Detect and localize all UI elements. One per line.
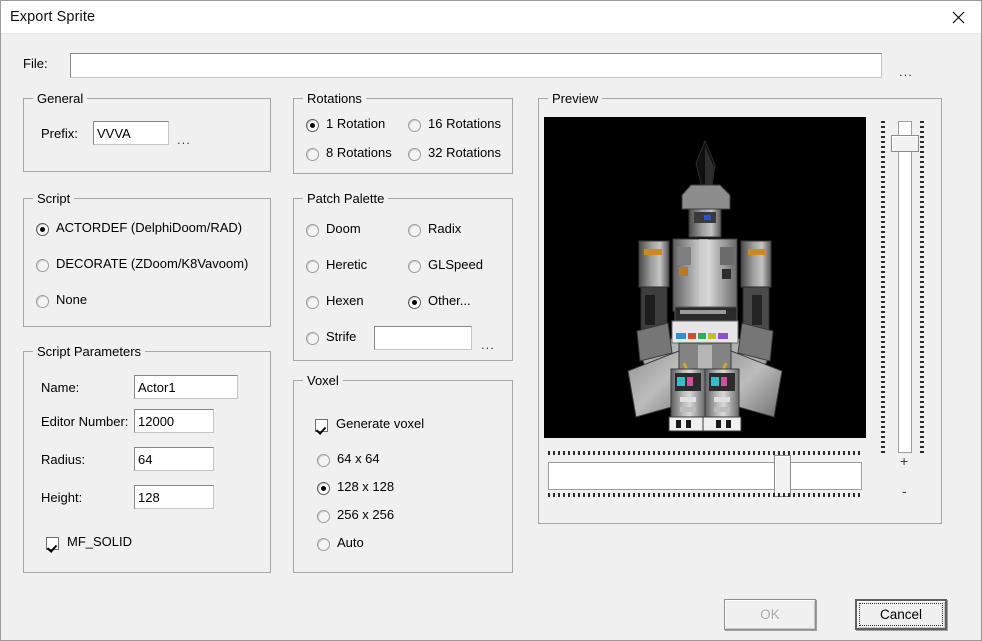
radio-palette-other[interactable] (408, 296, 421, 309)
editor-number-label: Editor Number: (41, 414, 129, 429)
titlebar: Export Sprite (1, 1, 981, 34)
editor-number-input[interactable] (134, 409, 214, 433)
patch-palette-legend: Patch Palette (303, 191, 389, 206)
general-group: General Prefix: ... (23, 91, 271, 172)
radio-voxel-256[interactable] (317, 510, 330, 523)
rotations-legend: Rotations (303, 91, 366, 106)
horizontal-slider-ticks-bottom (548, 493, 862, 497)
radio-script-actordef-label[interactable]: ACTORDEF (DelphiDoom/RAD) (56, 220, 242, 235)
radio-palette-doom-label[interactable]: Doom (326, 221, 361, 236)
script-group: Script ACTORDEF (DelphiDoom/RAD) DECORAT… (23, 191, 271, 327)
preview-group: Preview + - (538, 91, 942, 524)
patch-palette-group: Patch Palette Doom Radix Heretic GLSpeed… (293, 191, 513, 361)
radio-rotations-1[interactable] (306, 119, 319, 132)
radio-palette-radix-label[interactable]: Radix (428, 221, 461, 236)
height-input[interactable] (134, 485, 214, 509)
palette-other-input[interactable] (374, 326, 472, 350)
radius-input[interactable] (134, 447, 214, 471)
rotations-group: Rotations 1 Rotation 16 Rotations 8 Rota… (293, 91, 513, 174)
radio-palette-heretic-label[interactable]: Heretic (326, 257, 367, 272)
vertical-slider-thumb[interactable] (891, 135, 919, 152)
radio-palette-radix[interactable] (408, 224, 421, 237)
radio-rotations-16[interactable] (408, 119, 421, 132)
prefix-input[interactable] (93, 121, 169, 145)
radio-voxel-64-label[interactable]: 64 x 64 (337, 451, 380, 466)
radio-palette-other-label[interactable]: Other... (428, 293, 471, 308)
file-browse-button[interactable]: ... (899, 65, 913, 78)
name-input[interactable] (134, 375, 238, 399)
preview-canvas[interactable] (544, 117, 866, 438)
sprite-image (627, 139, 783, 432)
radio-voxel-auto[interactable] (317, 538, 330, 551)
zoom-in-button[interactable]: + (900, 453, 908, 469)
radio-voxel-auto-label[interactable]: Auto (337, 535, 364, 550)
name-label: Name: (41, 380, 80, 395)
horizontal-slider-ticks-top (548, 451, 862, 455)
horizontal-slider-thumb[interactable] (774, 455, 791, 497)
radio-rotations-8[interactable] (306, 148, 319, 161)
radio-script-decorate[interactable] (36, 259, 49, 272)
radio-palette-heretic[interactable] (306, 260, 319, 273)
radio-script-actordef[interactable] (36, 223, 49, 236)
script-legend: Script (33, 191, 75, 206)
general-legend: General (33, 91, 88, 106)
prefix-browse-button[interactable]: ... (177, 133, 191, 146)
export-sprite-dialog: Export Sprite File: ... General Prefix: … (0, 0, 982, 641)
cancel-button[interactable]: Cancel (855, 599, 947, 630)
radio-palette-glspeed[interactable] (408, 260, 421, 273)
vertical-slider-channel[interactable] (898, 121, 912, 453)
radio-rotations-32[interactable] (408, 148, 421, 161)
ok-button[interactable]: OK (724, 599, 816, 630)
checkbox-generate-voxel-label[interactable]: Generate voxel (336, 416, 424, 431)
radio-script-none[interactable] (36, 295, 49, 308)
radio-palette-glspeed-label[interactable]: GLSpeed (428, 257, 483, 272)
window-title: Export Sprite (10, 9, 96, 25)
radio-script-none-label[interactable]: None (56, 292, 87, 307)
voxel-group: Voxel Generate voxel 64 x 64 128 x 128 2… (293, 373, 513, 573)
ok-button-label: OK (760, 607, 780, 622)
radio-rotations-32-label[interactable]: 32 Rotations (428, 145, 501, 160)
radio-script-decorate-label[interactable]: DECORATE (ZDoom/K8Vavoom) (56, 256, 248, 271)
radio-palette-hexen[interactable] (306, 296, 319, 309)
checkbox-mf-solid-label[interactable]: MF_SOLID (67, 534, 132, 549)
radio-voxel-256-label[interactable]: 256 x 256 (337, 507, 394, 522)
radio-palette-doom[interactable] (306, 224, 319, 237)
focus-ring (859, 603, 943, 626)
close-icon[interactable] (935, 1, 981, 33)
file-label: File: (23, 56, 48, 71)
radius-label: Radius: (41, 452, 86, 467)
radio-palette-hexen-label[interactable]: Hexen (326, 293, 364, 308)
radio-rotations-8-label[interactable]: 8 Rotations (326, 145, 392, 160)
radio-voxel-64[interactable] (317, 454, 330, 467)
radio-rotations-1-label[interactable]: 1 Rotation (326, 116, 385, 131)
preview-legend: Preview (548, 91, 603, 106)
vertical-slider-ticks-right (920, 121, 924, 453)
checkbox-mf-solid[interactable] (46, 537, 59, 550)
zoom-out-button[interactable]: - (902, 483, 907, 499)
preview-vertical-slider[interactable] (879, 117, 929, 457)
radio-rotations-16-label[interactable]: 16 Rotations (428, 116, 501, 131)
script-parameters-legend: Script Parameters (33, 344, 146, 359)
radio-voxel-128[interactable] (317, 482, 330, 495)
prefix-label: Prefix: (41, 126, 78, 141)
script-parameters-group: Script Parameters Name: Editor Number: R… (23, 344, 271, 573)
radio-voxel-128-label[interactable]: 128 x 128 (337, 479, 394, 494)
horizontal-slider-channel[interactable] (548, 462, 862, 490)
radio-palette-strife[interactable] (306, 332, 319, 345)
file-input[interactable] (70, 53, 882, 78)
height-label: Height: (41, 490, 83, 505)
checkbox-generate-voxel[interactable] (315, 419, 328, 432)
preview-horizontal-slider[interactable] (544, 449, 866, 499)
vertical-slider-ticks-left (881, 121, 885, 453)
voxel-legend: Voxel (303, 373, 343, 388)
radio-palette-strife-label[interactable]: Strife (326, 329, 356, 344)
palette-other-browse-button[interactable]: ... (481, 338, 495, 351)
